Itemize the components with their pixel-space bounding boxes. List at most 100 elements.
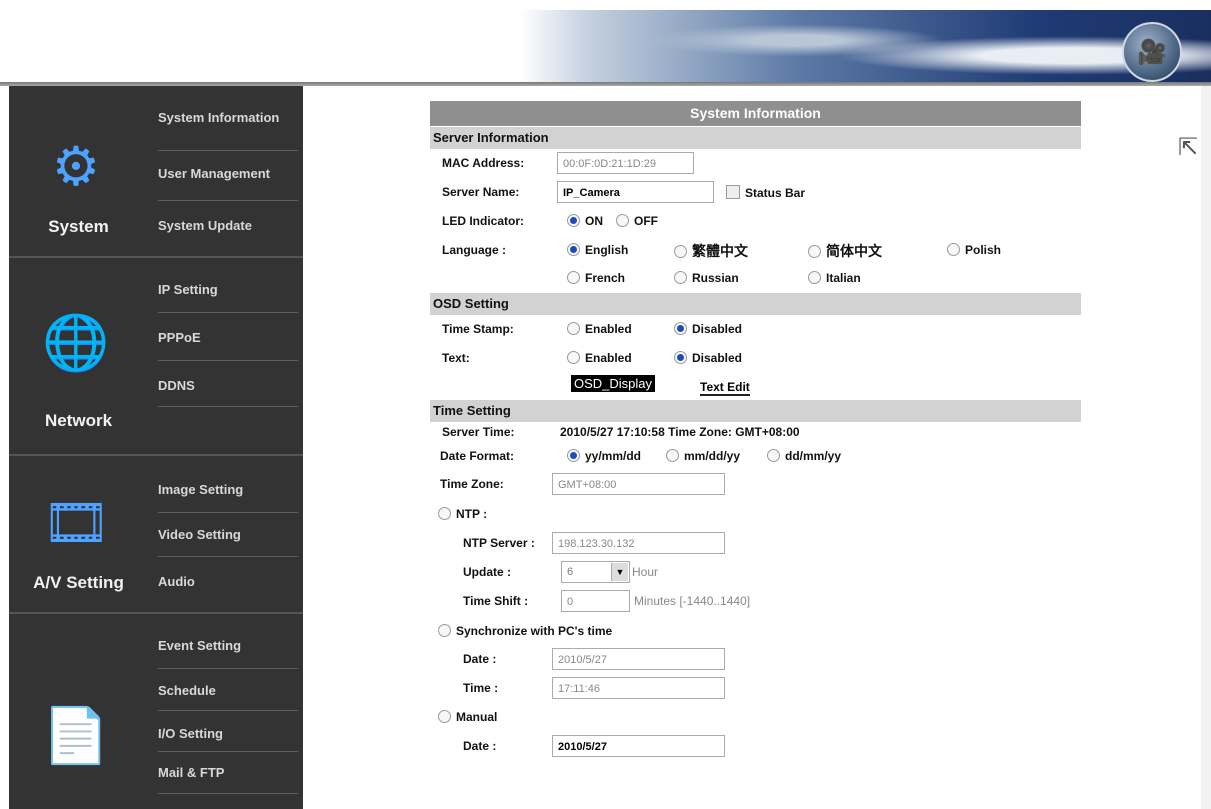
led-indicator-label: LED Indicator: bbox=[442, 214, 525, 228]
ntp-radio[interactable]: NTP : bbox=[438, 507, 487, 521]
language-radio-russian[interactable]: Russian bbox=[674, 271, 739, 285]
language-radio-traditional-chinese[interactable]: 繁體中文 bbox=[674, 241, 748, 261]
radio-icon[interactable] bbox=[567, 322, 580, 335]
time-zone-field: GMT+08:00 bbox=[552, 473, 725, 495]
radio-icon[interactable] bbox=[674, 351, 687, 364]
date-format-radio-yymmdd[interactable]: yy/mm/dd bbox=[567, 449, 641, 463]
sidebar-item-system-information[interactable]: System Information bbox=[158, 110, 298, 125]
enabled-label: Enabled bbox=[585, 322, 632, 336]
sidebar-item-event-setting[interactable]: Event Setting bbox=[158, 638, 298, 653]
sidebar-item-schedule[interactable]: Schedule bbox=[158, 683, 298, 698]
sidebar-group-av-setting[interactable]: A/V Setting bbox=[9, 573, 148, 593]
led-off-radio[interactable]: OFF bbox=[616, 214, 658, 228]
text-edit-link[interactable]: Text Edit bbox=[700, 380, 750, 396]
date-format-label: dd/mm/yy bbox=[785, 449, 842, 463]
sidebar-item-io-setting[interactable]: I/O Setting bbox=[158, 726, 298, 741]
menu-divider bbox=[158, 360, 298, 361]
language-label: Language : bbox=[442, 243, 507, 257]
text-disabled-radio[interactable]: Disabled bbox=[674, 351, 742, 365]
radio-icon[interactable] bbox=[616, 214, 629, 227]
status-bar-label: Status Bar bbox=[745, 186, 806, 200]
radio-icon[interactable] bbox=[947, 243, 960, 256]
update-interval-select[interactable]: 6 ▼ bbox=[561, 561, 630, 583]
date-format-label: yy/mm/dd bbox=[585, 449, 642, 463]
sidebar-group-system[interactable]: System bbox=[9, 217, 148, 237]
osd-display-preview: OSD_Display bbox=[571, 375, 656, 392]
radio-icon[interactable] bbox=[438, 507, 451, 520]
language-radio-french[interactable]: French bbox=[567, 271, 625, 285]
radio-icon[interactable] bbox=[438, 624, 451, 637]
sidebar-item-mail-ftp[interactable]: Mail & FTP bbox=[158, 765, 298, 780]
radio-icon[interactable] bbox=[674, 322, 687, 335]
time-shift-label: Time Shift : bbox=[463, 594, 529, 608]
globe-icon: 🌐 bbox=[42, 312, 110, 373]
sync-date-label: Date : bbox=[463, 652, 497, 666]
world-map-banner bbox=[520, 10, 1211, 86]
radio-icon[interactable] bbox=[567, 243, 580, 256]
status-bar-checkbox[interactable]: Status Bar bbox=[726, 185, 805, 200]
group-divider bbox=[9, 256, 303, 258]
section-time-setting: Time Setting bbox=[430, 400, 1081, 422]
sidebar-item-image-setting[interactable]: Image Setting bbox=[158, 482, 298, 497]
radio-icon[interactable] bbox=[808, 245, 821, 258]
language-radio-english[interactable]: English bbox=[567, 243, 628, 257]
time-shift-unit: Minutes [-1440..1440] bbox=[634, 594, 751, 608]
radio-icon[interactable] bbox=[567, 351, 580, 364]
radio-icon[interactable] bbox=[567, 271, 580, 284]
sidebar-item-video-setting[interactable]: Video Setting bbox=[158, 527, 298, 542]
manual-date-field[interactable]: 2010/5/27 bbox=[552, 735, 725, 757]
radio-icon[interactable] bbox=[567, 214, 580, 227]
server-time-value: 2010/5/27 17:10:58 Time Zone: GMT+08:00 bbox=[560, 425, 800, 439]
manual-radio[interactable]: Manual bbox=[438, 710, 497, 724]
language-radio-simplified-chinese[interactable]: 简体中文 bbox=[808, 241, 882, 261]
menu-divider bbox=[158, 556, 298, 557]
ntp-server-field[interactable]: 198.123.30.132 bbox=[552, 532, 725, 554]
menu-divider bbox=[158, 793, 298, 794]
sync-with-pc-radio[interactable]: Synchronize with PC's time bbox=[438, 624, 612, 638]
sidebar-item-user-management[interactable]: User Management bbox=[158, 166, 298, 181]
sidebar-item-audio[interactable]: Audio bbox=[158, 574, 298, 589]
date-format-label: mm/dd/yy bbox=[684, 449, 741, 463]
menu-divider bbox=[158, 200, 298, 201]
update-label: Update : bbox=[463, 565, 511, 579]
time-stamp-disabled-radio[interactable]: Disabled bbox=[674, 322, 742, 336]
time-stamp-enabled-radio[interactable]: Enabled bbox=[567, 322, 632, 336]
language-radio-italian[interactable]: Italian bbox=[808, 271, 861, 285]
radio-icon[interactable] bbox=[666, 449, 679, 462]
date-format-radio-mmddyy[interactable]: mm/dd/yy bbox=[666, 449, 740, 463]
text-enabled-radio[interactable]: Enabled bbox=[567, 351, 632, 365]
radio-icon[interactable] bbox=[567, 449, 580, 462]
scrollbar[interactable] bbox=[1201, 86, 1211, 809]
sidebar-group-network[interactable]: Network bbox=[9, 411, 148, 431]
sidebar-item-ip-setting[interactable]: IP Setting bbox=[158, 282, 298, 297]
date-format-radio-ddmmyy[interactable]: dd/mm/yy bbox=[767, 449, 841, 463]
ntp-label: NTP : bbox=[456, 507, 488, 521]
date-format-label: Date Format: bbox=[440, 449, 515, 463]
server-name-field[interactable]: IP_Camera bbox=[557, 181, 714, 203]
radio-icon[interactable] bbox=[674, 271, 687, 284]
radio-icon[interactable] bbox=[674, 245, 687, 258]
language-option-label: 繁體中文 bbox=[692, 243, 748, 259]
sidebar-item-system-update[interactable]: System Update bbox=[158, 218, 298, 233]
group-divider bbox=[9, 612, 303, 614]
section-osd-setting: OSD Setting bbox=[430, 293, 1081, 315]
language-option-label: 简体中文 bbox=[826, 243, 882, 259]
camera-icon[interactable]: 🎥 bbox=[1122, 22, 1182, 82]
radio-icon[interactable] bbox=[438, 710, 451, 723]
group-divider bbox=[9, 454, 303, 456]
disabled-label: Disabled bbox=[692, 351, 743, 365]
mouse-cursor-icon: ⇱ bbox=[1178, 134, 1199, 161]
sidebar-item-pppoe[interactable]: PPPoE bbox=[158, 330, 298, 345]
language-radio-polish[interactable]: Polish bbox=[947, 243, 1001, 257]
sidebar-item-ddns[interactable]: DDNS bbox=[158, 378, 298, 393]
checkbox-icon[interactable] bbox=[726, 185, 740, 199]
radio-icon[interactable] bbox=[808, 271, 821, 284]
av-media-icon: 🎞 bbox=[41, 492, 111, 553]
chevron-down-icon[interactable]: ▼ bbox=[611, 563, 628, 581]
led-on-radio[interactable]: ON bbox=[567, 214, 603, 228]
radio-icon[interactable] bbox=[767, 449, 780, 462]
led-on-label: ON bbox=[585, 214, 603, 228]
time-shift-field[interactable]: 0 bbox=[561, 590, 630, 612]
update-unit: Hour bbox=[632, 565, 659, 579]
sync-with-pc-label: Synchronize with PC's time bbox=[456, 624, 613, 638]
